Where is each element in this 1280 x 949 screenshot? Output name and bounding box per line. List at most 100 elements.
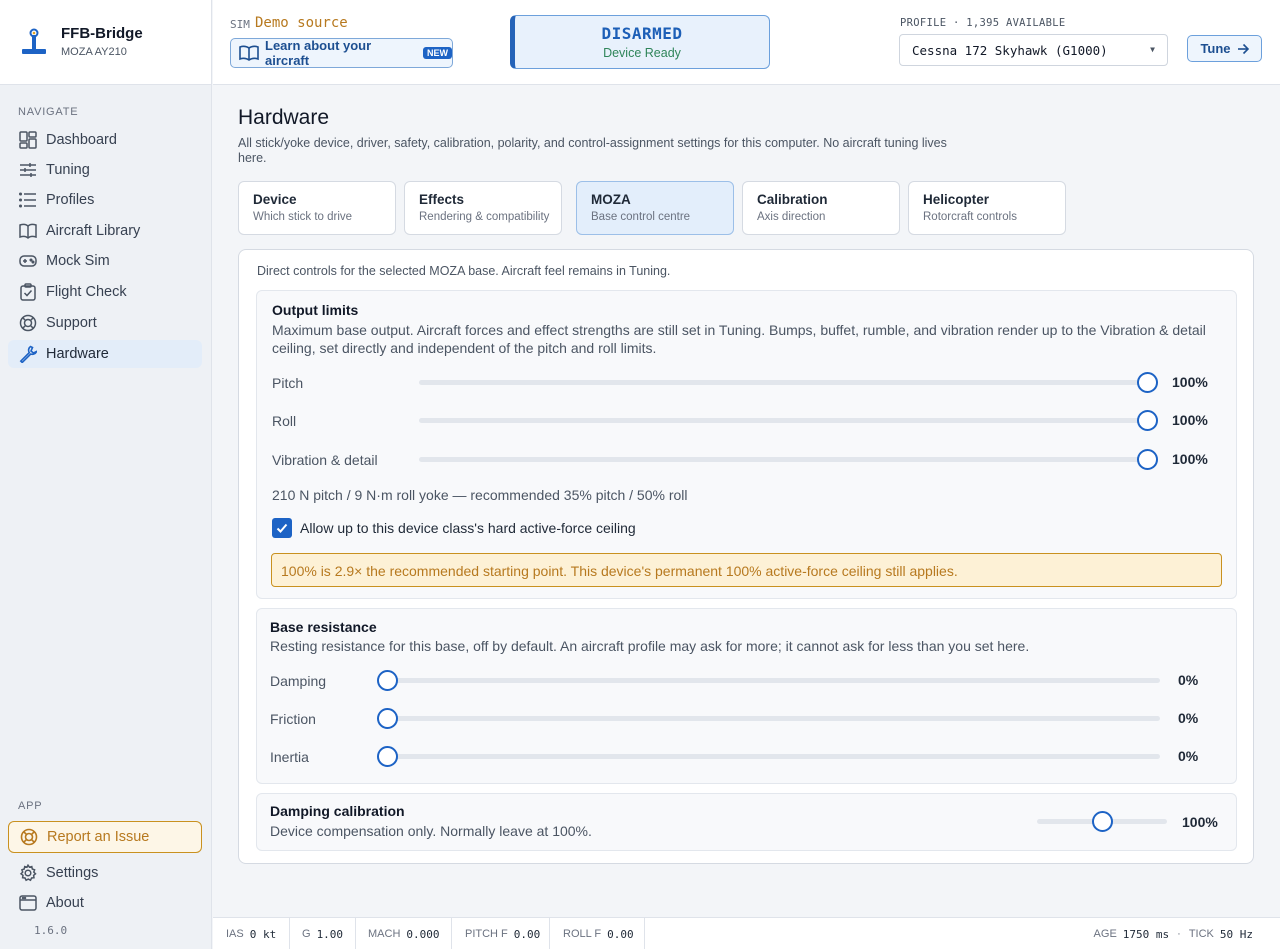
new-badge: NEW <box>423 47 452 59</box>
slider-thumb[interactable] <box>1136 372 1158 393</box>
status-mach: MACH 0.000 <box>356 918 452 949</box>
ceiling-checkbox-label[interactable]: Allow up to this device class's hard act… <box>300 520 636 536</box>
slider-thumb[interactable] <box>1091 811 1113 832</box>
damping-calibration-card: Damping calibration Device compensation … <box>256 793 1237 851</box>
top-bar: SIM Demo source Learn about your aircraf… <box>213 0 1280 85</box>
profile-select[interactable]: Cessna 172 Skyhawk (G1000) ▼ <box>899 34 1168 66</box>
sidebar-item-tuning[interactable]: Tuning <box>8 156 202 184</box>
status-separator: · <box>1177 928 1181 940</box>
sidebar-item-about[interactable]: About <box>8 889 202 917</box>
sidebar-item-support[interactable]: Support <box>8 309 202 337</box>
tab-effects[interactable]: Effects Rendering & compatibility <box>404 181 562 235</box>
ceiling-checkbox[interactable] <box>272 518 292 538</box>
age-value: 1750 ms <box>1122 927 1170 941</box>
learn-aircraft-label: Learn about your aircraft <box>265 38 372 68</box>
status-ias: IAS 0 kt <box>213 918 290 949</box>
tab-helicopter[interactable]: Helicopter Rotorcraft controls <box>908 181 1066 235</box>
damping-calibration-value: 100% <box>1182 814 1218 830</box>
damping-slider[interactable] <box>376 670 1160 691</box>
inertia-value: 0% <box>1178 748 1199 764</box>
sidebar-item-mock-sim[interactable]: Mock Sim <box>8 247 202 275</box>
wrench-icon <box>18 344 38 364</box>
sidebar-item-label: Hardware <box>46 346 109 362</box>
slider-thumb[interactable] <box>1136 449 1158 470</box>
status-label: G <box>302 928 311 940</box>
roll-limit-slider[interactable] <box>419 410 1158 431</box>
app-heading: APP <box>18 800 43 812</box>
age-label: AGE <box>1093 928 1117 940</box>
tick-label: TICK <box>1188 928 1214 940</box>
page-description: All stick/yoke device, driver, safety, c… <box>238 136 947 165</box>
friction-slider[interactable] <box>376 708 1160 729</box>
dashboard-icon <box>18 130 38 150</box>
device-recommendation-note: 210 N pitch / 9 N·m roll yoke — recommen… <box>272 487 688 503</box>
chevron-down-icon: ▼ <box>1150 45 1155 54</box>
warning-banner: 100% is 2.9× the recommended starting po… <box>271 553 1222 587</box>
tab-moza[interactable]: MOZA Base control centre <box>576 181 734 235</box>
sidebar-item-label: About <box>46 895 84 911</box>
damping-calibration-title: Damping calibration <box>270 803 405 819</box>
report-issue-button[interactable]: Report an Issue <box>8 821 202 853</box>
learn-aircraft-button[interactable]: Learn about your aircraft NEW <box>230 38 453 68</box>
slider-thumb[interactable] <box>376 708 398 729</box>
damping-value: 0% <box>1178 672 1199 688</box>
status-pitch-force: PITCH F 0.00 <box>452 918 550 949</box>
window-icon <box>18 893 38 913</box>
damping-calibration-slider[interactable] <box>1037 811 1167 832</box>
base-resistance-title: Base resistance <box>270 619 377 635</box>
friction-label: Friction <box>270 711 316 727</box>
tune-button[interactable]: Tune <box>1187 35 1262 62</box>
sidebar-item-label: Settings <box>46 865 99 881</box>
status-label: IAS <box>226 928 244 940</box>
pitch-limit-slider[interactable] <box>419 372 1158 393</box>
pitch-limit-value: 100% <box>1172 374 1208 390</box>
tab-subtitle: Axis direction <box>757 211 826 223</box>
slider-thumb[interactable] <box>376 746 398 767</box>
status-value: 0.00 <box>513 927 541 941</box>
inertia-label: Inertia <box>270 749 309 765</box>
status-value: 0 kt <box>249 927 277 941</box>
moza-panel: Direct controls for the selected MOZA ba… <box>238 249 1254 864</box>
status-bar: IAS 0 kt G 1.00 MACH 0.000 PITCH F 0.00 ROLL… <box>213 917 1280 949</box>
roll-limit-label: Roll <box>272 413 297 429</box>
sidebar-item-flight-check[interactable]: Flight Check <box>8 278 202 306</box>
vibration-limit-slider[interactable] <box>419 449 1158 470</box>
tab-title: Helicopter <box>923 192 990 207</box>
tab-title: MOZA <box>591 192 631 207</box>
sim-source-value: Demo source <box>255 15 348 31</box>
damping-calibration-description: Device compensation only. Normally leave… <box>270 823 592 839</box>
tab-subtitle: Base control centre <box>591 211 691 223</box>
arm-status-box[interactable]: DISARMED Device Ready <box>510 15 770 69</box>
clipboard-check-icon <box>18 282 38 302</box>
damping-label: Damping <box>270 673 327 689</box>
tab-title: Effects <box>419 192 465 207</box>
slider-thumb[interactable] <box>1136 410 1158 431</box>
status-roll-force: ROLL F 0.00 <box>550 918 645 949</box>
slider-thumb[interactable] <box>376 670 398 691</box>
lifebuoy-icon <box>19 827 39 847</box>
status-timing: AGE 1750 ms · TICK 50 Hz <box>1094 918 1253 949</box>
base-resistance-description: Resting resistance for this base, off by… <box>270 638 1030 654</box>
tab-calibration[interactable]: Calibration Axis direction <box>742 181 900 235</box>
tab-subtitle: Rotorcraft controls <box>923 211 1017 223</box>
inertia-slider[interactable] <box>376 746 1160 767</box>
tab-device[interactable]: Device Which stick to drive <box>238 181 396 235</box>
vibration-limit-value: 100% <box>1172 451 1208 467</box>
arm-state: DISARMED <box>601 24 683 43</box>
gamepad-icon <box>18 251 38 271</box>
sidebar-item-label: Profiles <box>46 192 95 208</box>
sidebar-item-settings[interactable]: Settings <box>8 859 202 887</box>
tune-label: Tune <box>1200 41 1231 56</box>
lifebuoy-icon <box>18 313 38 333</box>
sliders-icon <box>18 160 38 180</box>
sim-label: SIM <box>230 18 250 31</box>
gear-icon <box>18 863 38 883</box>
tick-value: 50 Hz <box>1219 927 1253 941</box>
status-label: MACH <box>368 928 401 940</box>
sidebar-item-dashboard[interactable]: Dashboard <box>8 126 202 154</box>
navigate-heading: NAVIGATE <box>18 106 79 118</box>
book-icon <box>18 221 38 241</box>
sidebar-item-hardware[interactable]: Hardware <box>8 340 202 368</box>
sidebar-item-profiles[interactable]: Profiles <box>8 186 202 214</box>
sidebar-item-aircraft-library[interactable]: Aircraft Library <box>8 217 202 245</box>
